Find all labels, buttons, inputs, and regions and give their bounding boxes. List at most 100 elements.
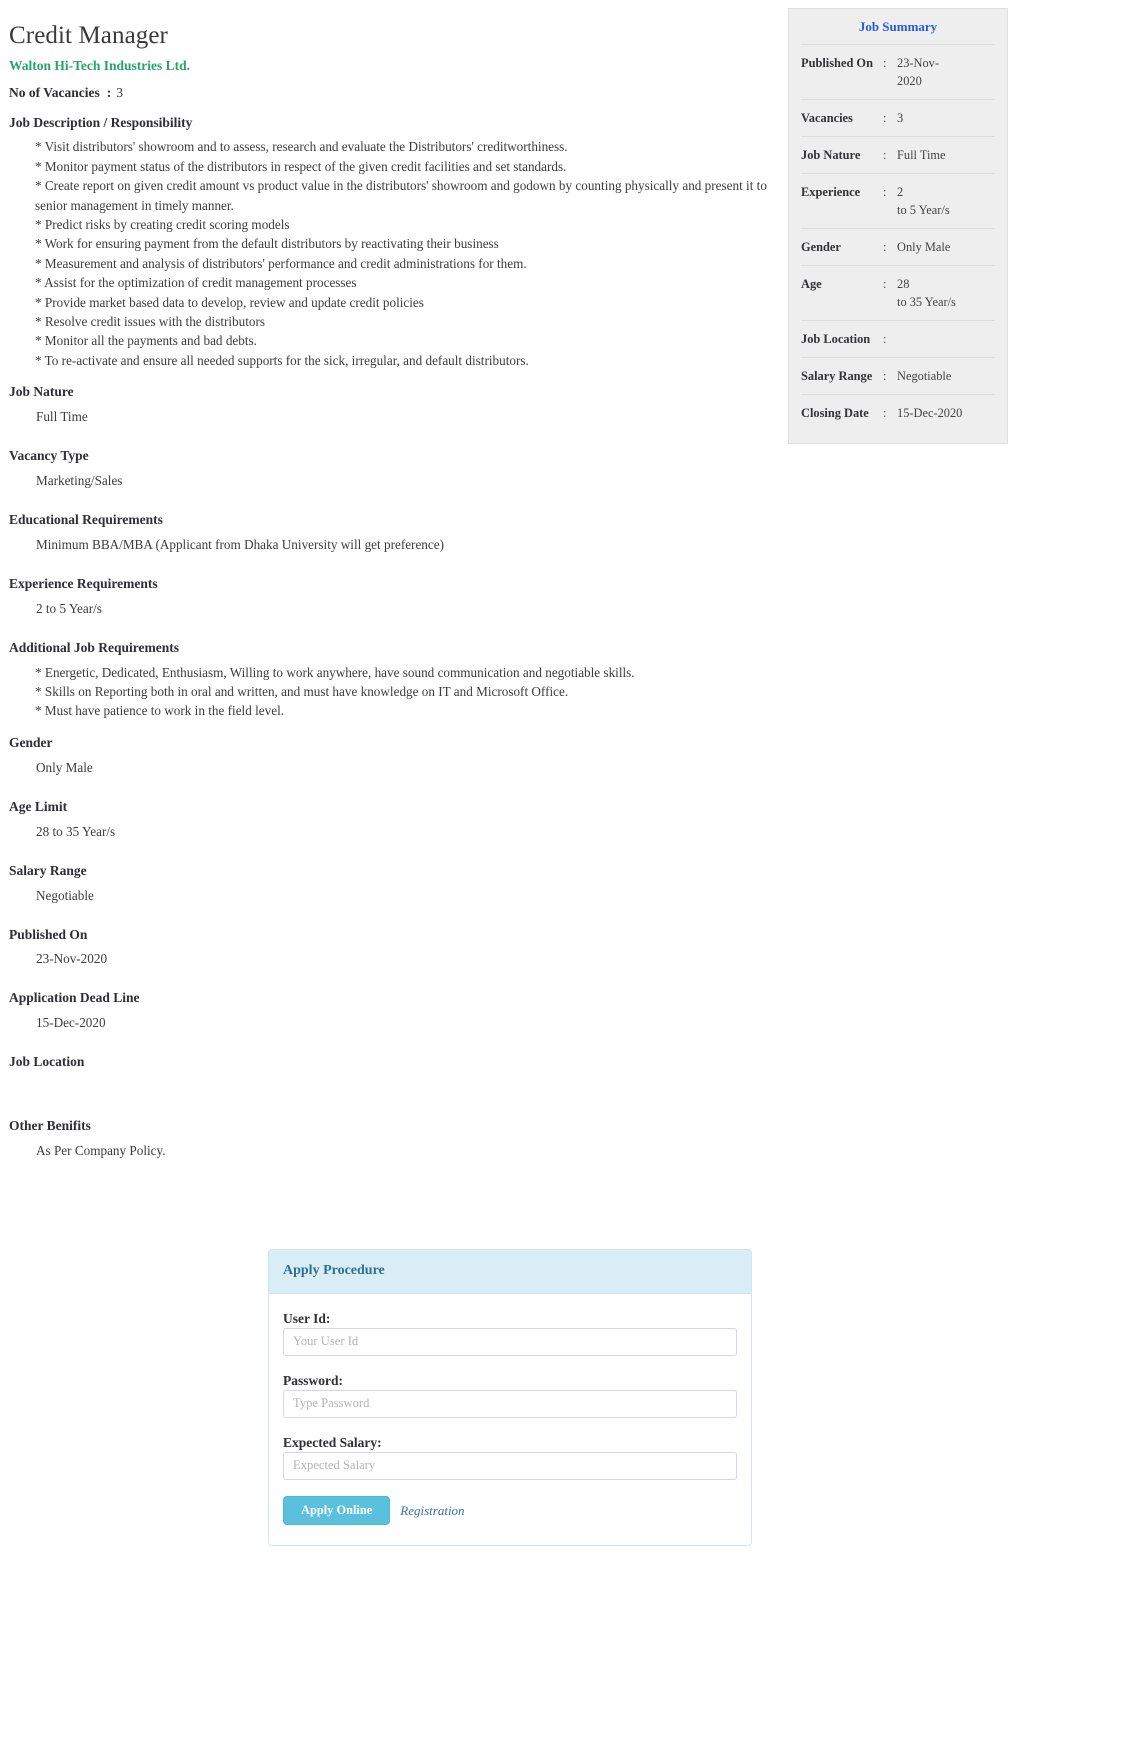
section-educational-requirements: Educational Requirements Minimum BBA/MBA… xyxy=(9,512,772,554)
summary-value-line2: to 35 Year/s xyxy=(897,294,956,309)
salary-range-heading: Salary Range xyxy=(9,862,87,878)
summary-value-age: 28 to 35 Year/s xyxy=(895,265,995,320)
company-name[interactable]: Walton Hi-Tech Industries Ltd. xyxy=(9,58,772,74)
published-on-heading: Published On xyxy=(9,926,88,942)
expected-salary-label: Expected Salary: xyxy=(283,1434,382,1450)
vacancies-value: 3 xyxy=(116,85,123,101)
summary-value-line2: to 5 Year/s xyxy=(897,202,950,217)
summary-colon: : xyxy=(883,239,887,254)
section-job-location: Job Location xyxy=(9,1054,772,1096)
summary-colon: : xyxy=(883,147,887,162)
list-item: * Assist for the optimization of credit … xyxy=(35,275,357,291)
educational-requirements-heading: Educational Requirements xyxy=(9,512,163,528)
vacancies-colon: : xyxy=(106,85,112,101)
summary-value-vacancies: 3 xyxy=(897,110,904,125)
additional-requirements-list: * Energetic, Dedicated, Enthusiasm, Will… xyxy=(9,663,772,721)
list-item: * Energetic, Dedicated, Enthusiasm, Will… xyxy=(35,664,635,680)
user-id-label: User Id: xyxy=(283,1310,331,1326)
list-item: * Monitor all the payments and bad debts… xyxy=(35,333,257,349)
salary-range-value: Negotiable xyxy=(36,887,94,903)
summary-colon: : xyxy=(883,276,887,291)
summary-colon: : xyxy=(883,110,887,125)
additional-requirements-heading: Additional Job Requirements xyxy=(9,639,180,655)
job-nature-heading: Job Nature xyxy=(9,384,74,400)
table-row: Job Nature : Full Time xyxy=(801,136,995,173)
section-other-benefits: Other Benifits As Per Company Policy. xyxy=(9,1118,772,1160)
summary-label-vacancies: Vacancies xyxy=(801,110,853,125)
summary-label-salary-range: Salary Range xyxy=(801,368,873,383)
summary-value-line1: 2 xyxy=(897,184,904,199)
section-vacancy-type: Vacancy Type Marketing/Sales xyxy=(9,448,772,490)
apply-online-button[interactable]: Apply Online xyxy=(283,1495,391,1526)
job-description-heading: Job Description / Responsibility xyxy=(9,114,193,130)
summary-value-gender: Only Male xyxy=(897,239,951,254)
summary-value-line1: 28 xyxy=(897,276,910,291)
job-nature-value: Full Time xyxy=(36,409,88,425)
table-row: Closing Date : 15-Dec-2020 xyxy=(801,394,995,431)
job-description-list: * Visit distributors' showroom and to as… xyxy=(9,137,772,370)
summary-label-age: Age xyxy=(801,276,822,291)
apply-procedure-card: Apply Procedure User Id: Password: Expec… xyxy=(268,1249,752,1547)
job-location-heading: Job Location xyxy=(9,1054,85,1070)
password-input[interactable] xyxy=(283,1389,737,1418)
summary-colon: : xyxy=(883,368,887,383)
expected-salary-input[interactable] xyxy=(283,1451,737,1480)
published-on-value: 23-Nov-2020 xyxy=(36,951,108,967)
list-item: * Measurement and analysis of distributo… xyxy=(35,255,527,271)
table-row: Job Location : xyxy=(801,320,995,357)
summary-colon: : xyxy=(883,331,887,346)
vacancy-type-value: Marketing/Sales xyxy=(36,473,123,489)
educational-requirements-value: Minimum BBA/MBA (Applicant from Dhaka Un… xyxy=(36,536,444,552)
summary-value-experience: 2 to 5 Year/s xyxy=(895,173,995,228)
section-experience-requirements: Experience Requirements 2 to 5 Year/s xyxy=(9,576,772,618)
other-benefits-heading: Other Benifits xyxy=(9,1118,91,1134)
application-deadline-heading: Application Dead Line xyxy=(9,990,140,1006)
job-details-column: Credit Manager Walton Hi-Tech Industries… xyxy=(0,0,782,1182)
apply-procedure-form: User Id: Password: Expected Salary: Appl… xyxy=(269,1294,751,1546)
section-published-on: Published On 23-Nov-2020 xyxy=(9,927,772,969)
gender-value: Only Male xyxy=(36,759,93,775)
section-additional-requirements: Additional Job Requirements * Energetic,… xyxy=(9,640,772,721)
summary-value-line1: 23-Nov- xyxy=(897,55,939,70)
summary-colon: : xyxy=(883,184,887,199)
list-item: * Work for ensuring payment from the def… xyxy=(35,236,499,252)
section-job-nature: Job Nature Full Time xyxy=(9,384,772,426)
summary-label-gender: Gender xyxy=(801,239,841,254)
section-gender: Gender Only Male xyxy=(9,735,772,777)
form-actions: Apply Online Registration xyxy=(283,1495,737,1526)
table-row: Experience : 2 to 5 Year/s xyxy=(801,173,995,228)
table-row: Salary Range : Negotiable xyxy=(801,357,995,394)
gender-heading: Gender xyxy=(9,734,53,750)
apply-procedure-header: Apply Procedure xyxy=(269,1250,751,1294)
vacancy-type-heading: Vacancy Type xyxy=(9,448,89,464)
experience-requirements-value: 2 to 5 Year/s xyxy=(36,600,102,616)
summary-value-published-on: 23-Nov- 2020 xyxy=(895,44,995,99)
summary-label-job-location: Job Location xyxy=(801,331,871,346)
other-benefits-value: As Per Company Policy. xyxy=(36,1143,166,1158)
summary-value-closing-date: 15-Dec-2020 xyxy=(897,405,963,420)
summary-label-published-on: Published On xyxy=(801,55,873,70)
section-application-deadline: Application Dead Line 15-Dec-2020 xyxy=(9,990,772,1032)
password-label: Password: xyxy=(283,1372,343,1388)
list-item: * Monitor payment status of the distribu… xyxy=(35,158,567,174)
summary-label-job-nature: Job Nature xyxy=(801,147,861,162)
table-row: Age : 28 to 35 Year/s xyxy=(801,265,995,320)
job-location-value xyxy=(9,1077,772,1096)
summary-value-job-location xyxy=(895,320,995,357)
summary-label-closing-date: Closing Date xyxy=(801,405,869,420)
summary-colon: : xyxy=(883,405,887,420)
list-item: * Resolve credit issues with the distrib… xyxy=(35,314,266,330)
table-row: Vacancies : 3 xyxy=(801,99,995,136)
table-row: Gender : Only Male xyxy=(801,228,995,265)
user-id-input[interactable] xyxy=(283,1327,737,1356)
summary-value-salary-range: Negotiable xyxy=(897,368,952,383)
list-item: * Create report on given credit amount v… xyxy=(35,178,767,213)
registration-link[interactable]: Registration xyxy=(400,1503,464,1519)
summary-value-job-nature: Full Time xyxy=(897,147,946,162)
vacancies-label: No of Vacancies xyxy=(9,85,100,101)
section-age-limit: Age Limit 28 to 35 Year/s xyxy=(9,799,772,841)
summary-colon: : xyxy=(883,55,887,70)
age-limit-heading: Age Limit xyxy=(9,798,68,814)
job-summary-table: Published On : 23-Nov- 2020 Vacancies : … xyxy=(801,44,995,431)
section-job-description: Job Description / Responsibility * Visit… xyxy=(9,115,772,371)
